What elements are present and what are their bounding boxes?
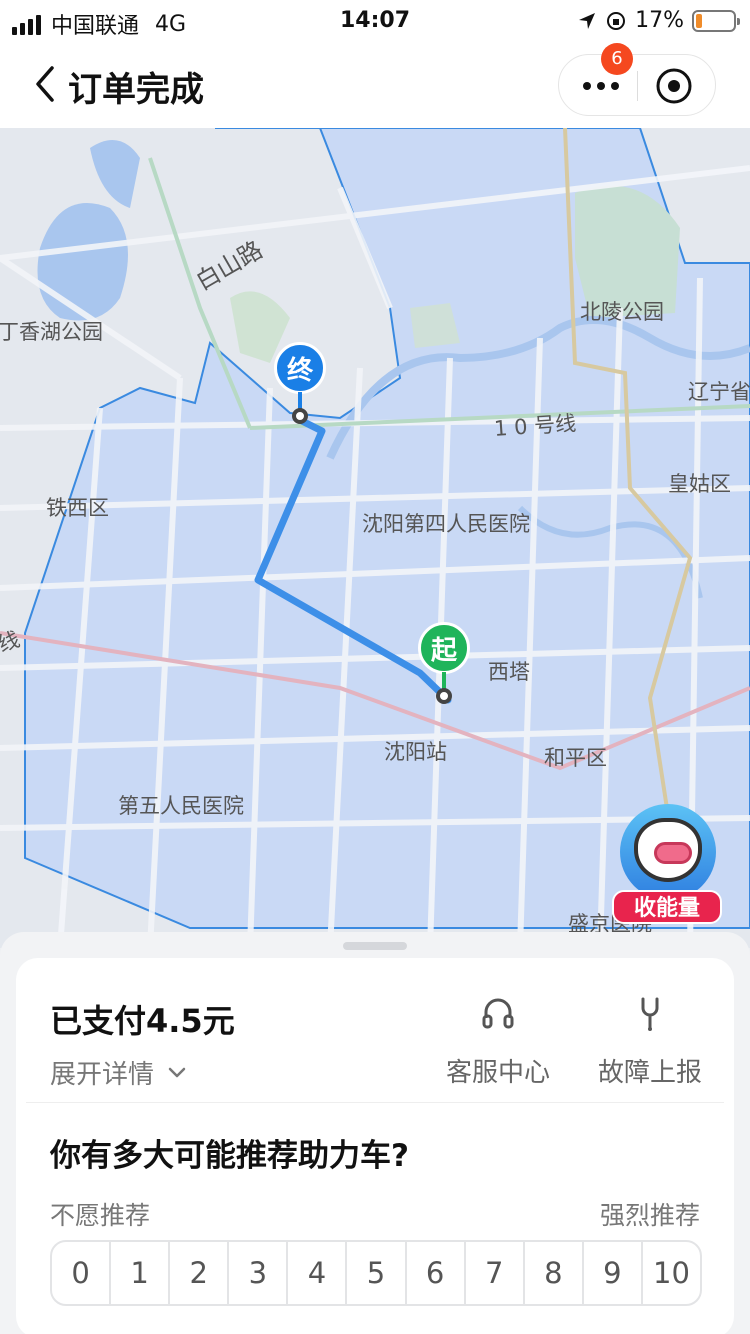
- end-marker-dot: [292, 408, 308, 424]
- rating-option[interactable]: 1: [111, 1242, 171, 1304]
- map-label-hospital5: 第五人民医院: [118, 794, 244, 818]
- report-fault-label: 故障上报: [597, 1058, 702, 1088]
- map-label-beiling: 北陵公园: [580, 300, 664, 324]
- survey-question: 你有多大可能推荐助力车?: [50, 1138, 409, 1174]
- chevron-down-icon: [168, 1067, 186, 1077]
- rating-option[interactable]: 0: [52, 1242, 112, 1304]
- rating-option[interactable]: 4: [288, 1242, 348, 1304]
- rating-option[interactable]: 8: [525, 1242, 584, 1304]
- rating-option[interactable]: 6: [407, 1242, 466, 1304]
- rating-scale: 0 1 2 3 4 5 6 7 8 9 10: [50, 1240, 702, 1306]
- rating-option[interactable]: 10: [643, 1242, 700, 1304]
- map-label-tiexi: 铁西区: [46, 496, 109, 520]
- collect-energy-label: 收能量: [612, 890, 722, 924]
- capsule-divider: [637, 71, 638, 101]
- start-marker[interactable]: 起: [418, 622, 474, 704]
- map-label-line10: 1 0 号线: [493, 411, 577, 441]
- sheet-handle[interactable]: [343, 942, 407, 950]
- page-title: 订单完成: [68, 70, 204, 110]
- mini-program-capsule: 6: [558, 43, 716, 116]
- end-marker-label: 终: [274, 342, 326, 394]
- status-right: 17%: [577, 8, 740, 33]
- end-marker[interactable]: 终: [274, 342, 330, 424]
- map-label-heping: 和平区: [544, 746, 607, 770]
- start-marker-dot: [436, 688, 452, 704]
- location-arrow-icon: [579, 12, 596, 29]
- status-bar: 中国联通 4G 14:07 17%: [0, 0, 750, 44]
- customer-service-label: 客服中心: [445, 1058, 550, 1088]
- bottom-sheet: 已支付4.5元 展开详情 客服中心 故障上报 你有多大可能推荐助力车? 不愿推荐…: [0, 932, 750, 1334]
- map-label-hospital4: 沈阳第四人民医院: [362, 512, 530, 536]
- target-icon[interactable]: [655, 67, 693, 105]
- map-label-dingxiang: 丁香湖公园: [0, 320, 103, 344]
- rating-option[interactable]: 5: [347, 1242, 407, 1304]
- report-fault-button[interactable]: 故障上报: [580, 994, 720, 1089]
- start-marker-label: 起: [418, 622, 470, 674]
- map-label-xita: 西塔: [488, 660, 530, 684]
- expand-details-button[interactable]: 展开详情: [50, 1054, 186, 1091]
- map-view[interactable]: 白山路 丁香湖公园 北陵公园 辽宁省 1 0 号线 皇姑区 铁西区 沈阳第四人民…: [0, 128, 750, 948]
- customer-service-button[interactable]: 客服中心: [428, 994, 568, 1089]
- survey-low-label: 不愿推荐: [50, 1201, 151, 1230]
- rating-option[interactable]: 9: [584, 1242, 643, 1304]
- more-icon[interactable]: [581, 77, 621, 95]
- rating-option[interactable]: 2: [170, 1242, 230, 1304]
- wrench-icon: [641, 997, 659, 1031]
- map-label-liaoning: 辽宁省: [688, 380, 750, 404]
- notification-badge: 6: [601, 43, 633, 75]
- map-label-huanggu: 皇姑区: [668, 472, 731, 496]
- survey-high-label: 强烈推荐: [599, 1201, 700, 1230]
- mascot-icon: [634, 818, 702, 882]
- rating-option[interactable]: 7: [466, 1242, 525, 1304]
- battery-icon: [692, 9, 740, 32]
- expand-details-label: 展开详情: [50, 1060, 155, 1090]
- order-card: 已支付4.5元 展开详情 客服中心 故障上报 你有多大可能推荐助力车? 不愿推荐…: [16, 958, 734, 1334]
- divider: [26, 1102, 724, 1103]
- headset-icon: [482, 998, 514, 1029]
- back-icon[interactable]: [30, 64, 60, 104]
- rotation-lock-icon: [607, 11, 626, 30]
- nav-bar: 订单完成 6: [0, 43, 750, 128]
- battery-percent: 17%: [635, 8, 684, 33]
- paid-amount: 已支付4.5元: [50, 1002, 235, 1040]
- goggle-icon: [654, 842, 692, 864]
- collect-energy-button[interactable]: 收能量: [612, 804, 722, 924]
- rating-option[interactable]: 3: [229, 1242, 289, 1304]
- map-label-station: 沈阳站: [384, 740, 447, 764]
